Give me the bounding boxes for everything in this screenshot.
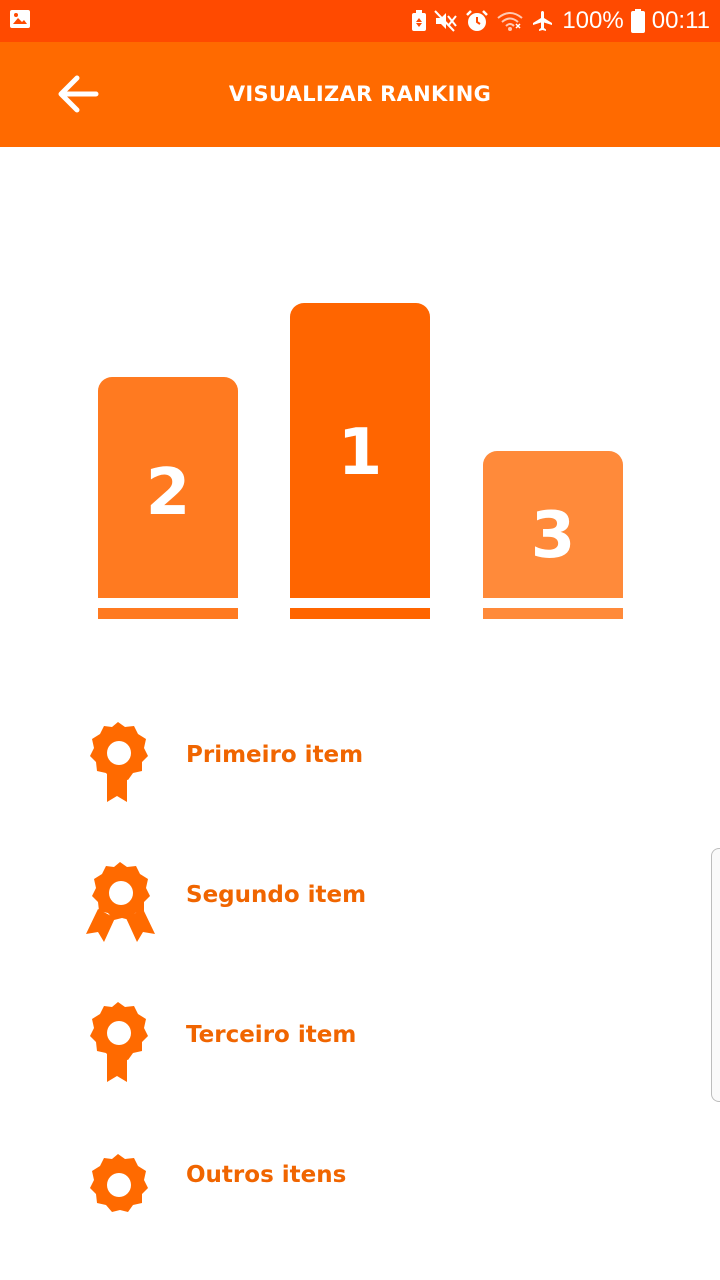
- list-item-outros[interactable]: Outros itens: [0, 1124, 720, 1244]
- medal-wide-ribbon-icon: [86, 862, 155, 942]
- mute-icon: [434, 10, 458, 32]
- medal-ribbon-icon: [90, 722, 148, 802]
- list-item-label: Terceiro item: [186, 1022, 357, 1048]
- podium-base-1: [290, 608, 430, 619]
- list-item-segundo[interactable]: Segundo item: [0, 844, 720, 964]
- podium-base-3: [483, 608, 623, 619]
- airplane-icon: [533, 11, 553, 31]
- battery-saver-icon: [412, 10, 427, 31]
- medal-icon: [90, 1154, 148, 1212]
- clock: 00:11: [651, 7, 710, 34]
- medal-ribbon-icon: [90, 1002, 148, 1082]
- place-number-3: 3: [530, 499, 576, 573]
- edge-panel-handle[interactable]: [711, 848, 720, 1102]
- page-title: VISUALIZAR RANKING: [228, 82, 492, 106]
- podium-base-2: [98, 608, 238, 619]
- battery-percent: 100%: [562, 7, 624, 34]
- image-icon: [10, 10, 30, 28]
- podium-place-3: 3: [483, 451, 623, 598]
- podium-place-2: 2: [98, 377, 238, 598]
- podium: 2 1 3: [0, 147, 720, 627]
- list-item-label: Segundo item: [186, 882, 367, 908]
- podium-place-1: 1: [290, 303, 430, 598]
- status-icons: 100% 00:11: [411, 0, 710, 42]
- battery-icon: [630, 9, 645, 33]
- list-item-terceiro[interactable]: Terceiro item: [0, 984, 720, 1104]
- place-number-2: 2: [145, 456, 191, 530]
- wifi-icon: [497, 12, 523, 31]
- list-item-label: Primeiro item: [186, 742, 364, 768]
- status-bar: 100% 00:11: [0, 0, 720, 42]
- alarm-icon: [466, 10, 489, 31]
- place-number-1: 1: [337, 416, 383, 490]
- list-item-primeiro[interactable]: Primeiro item: [0, 704, 720, 824]
- app-bar: VISUALIZAR RANKING: [0, 42, 720, 147]
- list-item-label: Outros itens: [186, 1162, 347, 1188]
